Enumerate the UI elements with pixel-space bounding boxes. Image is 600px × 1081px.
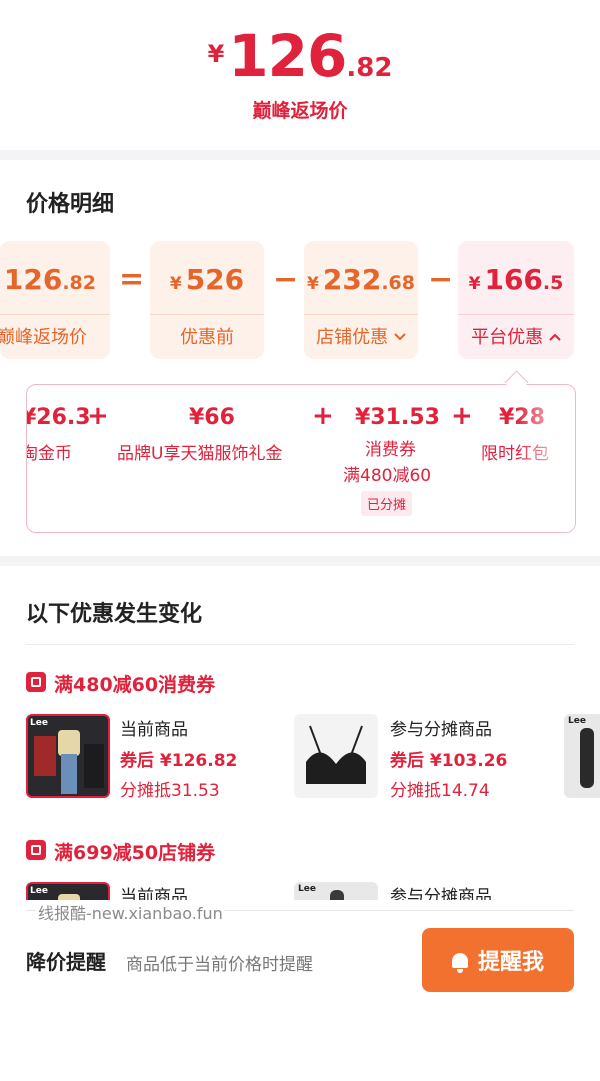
product-price: 券后 ¥126.82 [120, 751, 238, 771]
watermark: 线报酷-new.xianbao.fun [36, 900, 225, 924]
coupon-title: 满699减50店铺券 [54, 842, 216, 864]
remind-me-button[interactable]: 提醒我 [422, 928, 574, 992]
divider [26, 644, 574, 645]
detail-amount: ¥31.53 [355, 405, 440, 430]
chevron-down-icon [394, 333, 406, 341]
coupon-icon [26, 672, 46, 692]
plus-operator: + [312, 401, 334, 431]
section-divider [0, 150, 600, 160]
minus-operator: − [428, 262, 454, 297]
product-label: 参与分摊商品 [390, 720, 492, 740]
detail-name: 品牌U享天猫服饰礼金 [117, 444, 283, 464]
changes-title: 以下优惠发生变化 [26, 602, 203, 627]
product-label: 当前商品 [120, 720, 188, 740]
product-share: 分摊抵31.53 [120, 781, 220, 801]
detail-name: 淘金币 [26, 444, 72, 464]
card-final-price: ¥126.82 巅峰返场价 [0, 241, 110, 359]
product-image-other[interactable] [294, 714, 378, 798]
hero-currency: ¥ [207, 40, 225, 68]
card-platform-discount[interactable]: ¥166.5 平台优惠 [458, 241, 574, 359]
equals-operator: = [119, 262, 145, 297]
bell-icon [451, 952, 468, 973]
product-image-current[interactable]: Lee [26, 714, 110, 798]
card-original-price: ¥526 优惠前 [150, 241, 264, 359]
detail-sub: 满480减60 [343, 466, 432, 486]
bra-image [306, 725, 366, 784]
shared-tag: 已分摊 [361, 491, 413, 516]
detail-name: 消费券 [365, 440, 416, 460]
remind-me-label: 提醒我 [477, 950, 544, 975]
coupon-title: 满480减60消费券 [54, 674, 216, 696]
platform-discount-details: ¥26.3 淘金币 + ¥66 品牌U享天猫服饰礼金 + ¥31.53 消费券 … [26, 384, 576, 533]
product-price: 券后 ¥103.26 [390, 751, 508, 771]
detail-amount: ¥66 [189, 405, 235, 430]
chevron-up-icon [549, 333, 561, 341]
hero-price-dec: .82 [346, 53, 393, 83]
detail-amount: ¥26.3 [26, 405, 91, 430]
hero-price-label: 巅峰返场价 [252, 100, 348, 122]
product-image-more[interactable]: Lee [564, 714, 600, 798]
section-divider [0, 556, 600, 566]
breakdown-title: 价格明细 [26, 192, 115, 217]
price-alert-subtitle: 商品低于当前价格时提醒 [126, 955, 313, 975]
plus-operator: + [87, 401, 109, 431]
hero-price: ¥126.82 [0, 22, 600, 90]
fade-overlay [515, 385, 575, 532]
plus-operator: + [451, 401, 473, 431]
minus-operator: − [273, 262, 299, 297]
card-shop-discount[interactable]: ¥232.68 店铺优惠 [304, 241, 418, 359]
coupon-icon [26, 840, 46, 860]
price-alert-title: 降价提醒 [26, 950, 106, 974]
product-share: 分摊抵14.74 [390, 781, 490, 801]
hero-price-int: 126 [228, 22, 347, 90]
